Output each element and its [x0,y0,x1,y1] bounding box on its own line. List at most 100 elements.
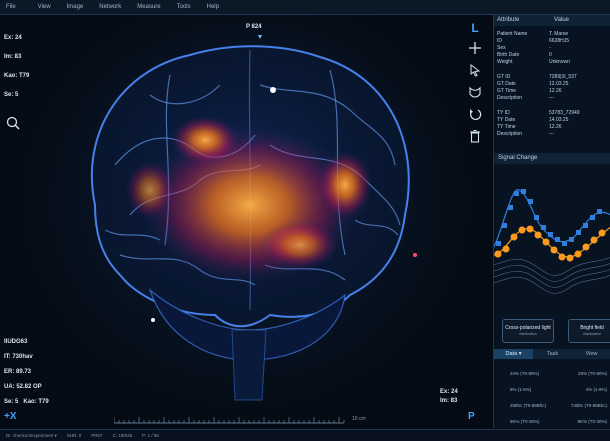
overlay-bottom-left: IIUDG63 IT: 730hav ER: 89.73 UA: 52.82 O… [4,335,49,410]
data-row: 8% (1-5%) 4% (1-9%) [494,387,610,392]
attribute-row: Weight Unknown [494,59,610,66]
attribute-value: 12.26 [549,124,562,130]
attribute-row: Description --- [494,131,610,138]
data-cell-a: 8% (1-5%) [510,387,532,392]
attribute-value: --- [549,131,554,137]
cross-polarized-button[interactable]: Cross-polarized light illumination [502,319,554,343]
bright-field-button[interactable]: Bright field illumination [568,319,610,343]
orientation-left: +X [4,411,17,422]
attribute-key: GT ID [497,74,511,80]
overlay-ex: Ex: 24 [4,35,22,41]
attribute-key: Description [497,95,523,101]
status-shr: SHR: 0 [66,433,82,438]
attribute-value: - [549,45,551,51]
attribute-row: Patient Name T. Marse [494,31,610,38]
tab-task[interactable]: Task [533,349,572,359]
data-cell-b: 29% (T0-90%) [577,371,607,376]
lasso-icon[interactable] [466,85,484,103]
data-cell-b: 4% (1-9%) [585,387,607,392]
tab-view[interactable]: View [572,349,610,359]
status-bar: Dr. checkon/experiment ▾ SHR: 0 PR07 C: … [0,429,610,441]
attribute-group-gt: GT ID 7289|3I_537 GT Date 12.03.25 GT Time 12… [494,74,610,102]
attribute-key: TY ID [497,110,510,116]
data-row: 258hc (T0-89Bhc) 748hc (T0-89Bhc) [494,403,610,408]
overlay-er: ER: 89.73 [4,369,32,375]
overlay-kao-2: Kao: T79 [23,399,49,405]
attribute-value: 14.03.25 [549,117,569,123]
attribute-row: TY Time 12.26 [494,124,610,131]
attribute-header: Attribute Value [494,15,610,26]
chevron-down-icon: ▾ [518,351,522,357]
bright-field-sub: illumination [583,332,601,336]
status-page: P: 1 / 56 [142,433,159,438]
signal-change-plot [494,189,610,294]
value-col-header[interactable]: Value [551,15,610,26]
overlay-series: IIUDG63 [4,339,28,345]
attribute-row: TY Date 14.03.25 [494,117,610,124]
menu-network[interactable]: Network [99,4,121,10]
orange-series-markers [494,225,606,262]
attribute-key: TY Time [497,124,516,130]
overlay-se: Se: 5 [4,92,19,98]
attribute-value: 12.03.25 [549,81,569,87]
bright-field-label: Bright field [580,325,604,331]
overlay-se-kao: Se: 5 Kao: T79 [4,395,49,410]
menu-help[interactable]: Help [207,4,219,10]
attribute-key: Description [497,131,523,137]
attribute-value: Unknown [549,59,570,65]
overlay-br-im: Im: 83 [440,398,458,404]
attribute-value: 0 [549,52,552,58]
signal-change-title: Signal Change [494,153,610,164]
data-cell-b: 748hc (T0-89Bhc) [570,403,607,408]
attribute-value: --- [549,95,554,101]
search-icon[interactable] [6,116,20,130]
orientation-right: L [471,21,479,35]
attribute-row: ID 6638HJ5 [494,38,610,45]
data-row: 9K% (T0-30%) 8K% (T0-30%) [494,419,610,424]
attribute-value: 53783_72949 [549,110,580,116]
tab-data[interactable]: Data ▾ [494,349,533,359]
menu-view[interactable]: View [38,4,51,10]
overlay-br-ex: Ex: 24 [440,389,458,395]
attribute-key: Birth Date [497,52,520,58]
status-user[interactable]: Dr. checkon/experiment ▾ [6,433,57,439]
attribute-row: GT Date 12.03.25 [494,81,610,88]
attribute-col-header[interactable]: Attribute [494,15,551,26]
attribute-key: Weight [497,59,513,65]
overlay-ua: UA: 52.82 OP [4,384,42,390]
menu-bar: File View Image Network Measure Tools He… [0,0,610,15]
pointer-icon[interactable] [466,63,484,81]
attribute-value: 7289|3I_537 [549,74,577,80]
right-panel: Attribute Value Patient Name T. Marse ID 66… [493,15,610,428]
attribute-key: ID [497,38,502,44]
overlay-top-left: Ex: 24 Im: 83 Kao: T79 Se: 5 [4,29,29,105]
attribute-group-ty: TY ID 53783_72949 TY Date 14.03.25 TY Time 12… [494,110,610,138]
status-c: C: 180/26 [112,433,133,438]
menu-measure[interactable]: Measure [137,4,160,10]
attribute-row: TY ID 53783_72949 [494,110,610,117]
orientation-top: P 824 [246,24,262,30]
scale-ruler [114,417,345,424]
overlay-kao: Kao: T79 [4,73,30,79]
attribute-key: Patient Name [497,31,528,37]
attribute-row: Sex - [494,45,610,52]
cross-polarized-label: Cross-polarized light [505,325,551,331]
plus-icon[interactable] [466,41,484,59]
menu-file[interactable]: File [6,4,16,10]
overlay-bottom-right: Ex: 24 Im: 83 [440,388,458,406]
image-viewport[interactable]: Ex: 24 Im: 83 Kao: T79 Se: 5 P 824 IIUDG… [0,15,492,428]
data-cell-a: 24% (T0-80%) [510,371,540,376]
orientation-bottom: P [468,411,475,422]
attribute-row: GT Time 12.26 [494,88,610,95]
undo-icon[interactable] [466,107,484,125]
attribute-group-patient: Patient Name T. Marse ID 6638HJ5 Sex - Birth D… [494,31,610,66]
menu-image[interactable]: Image [67,4,84,10]
menu-tools[interactable]: Tools [177,4,191,10]
attribute-key: TY Date [497,117,516,123]
status-pr: PR07 [91,433,103,438]
attribute-key: GT Time [497,88,517,94]
attribute-value: 6638HJ5 [549,38,570,44]
attribute-key: Sex [497,45,506,51]
trash-icon[interactable] [466,129,484,147]
data-cell-b: 8K% (T0-30%) [577,419,607,424]
